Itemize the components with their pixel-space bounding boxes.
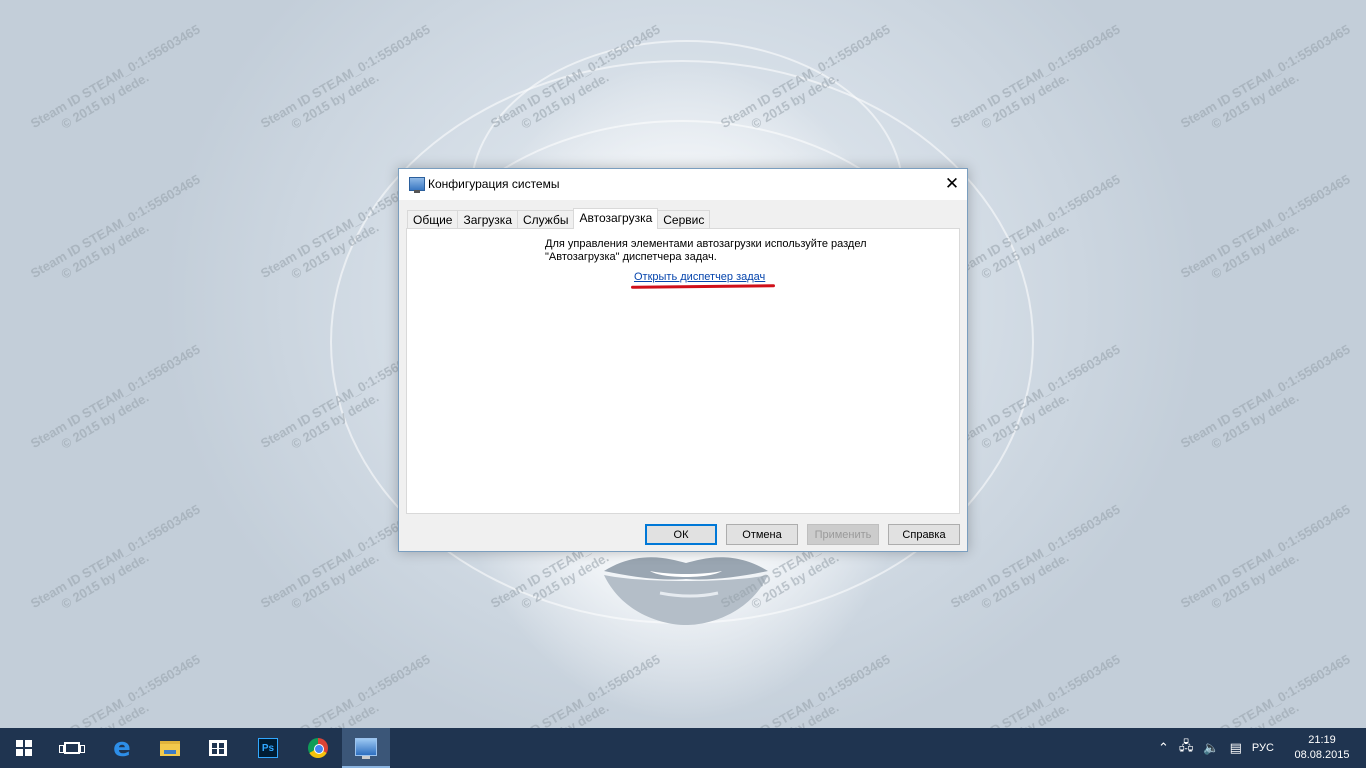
windows-start-icon (16, 740, 32, 756)
volume-icon[interactable]: 🔈 (1203, 741, 1219, 756)
tab-startup[interactable]: Автозагрузка (573, 208, 659, 229)
open-task-manager-link[interactable]: Открыть диспетчер задач (634, 271, 765, 283)
tab-general[interactable]: Общие (407, 210, 459, 229)
apply-button[interactable]: Применить (807, 524, 879, 545)
start-button[interactable] (0, 728, 48, 768)
taskbar-file-explorer[interactable] (146, 728, 194, 768)
language-indicator[interactable]: РУС (1252, 742, 1274, 754)
tab-boot[interactable]: Загрузка (457, 210, 518, 229)
chrome-icon (308, 738, 328, 758)
info-line-1: Для управления элементами автозагрузки и… (545, 238, 867, 250)
tab-strip: Общие Загрузка Службы Автозагрузка Серви… (407, 208, 711, 229)
taskbar-edge[interactable]: e (98, 728, 146, 768)
photoshop-icon: Ps (258, 738, 278, 758)
msconfig-icon (355, 738, 377, 759)
close-button[interactable]: ✕ (937, 169, 967, 199)
taskbar-store[interactable] (194, 728, 242, 768)
wallpaper-lips (604, 557, 768, 625)
info-line-2: "Автозагрузка" диспетчера задач. (545, 251, 717, 263)
startup-tab-panel: Для управления элементами автозагрузки и… (406, 228, 960, 514)
taskbar-msconfig[interactable] (342, 728, 390, 768)
clock[interactable]: 21:19 08.08.2015 (1292, 733, 1352, 763)
tab-tools[interactable]: Сервис (657, 210, 711, 229)
taskbar-photoshop[interactable]: Ps (244, 728, 292, 768)
cancel-button[interactable]: Отмена (726, 524, 798, 545)
ok-button[interactable]: ОК (645, 524, 717, 545)
task-view-icon (59, 742, 85, 754)
system-tray: ⌃ 🖧 🔈 ▤ РУС (1158, 728, 1274, 768)
help-button[interactable]: Справка (888, 524, 960, 545)
action-center-icon[interactable]: ▤ (1230, 741, 1242, 756)
taskbar: e Ps ⌃ 🖧 🔈 ▤ РУС 21:19 08.08.2015 (0, 728, 1366, 768)
edge-icon: e (113, 733, 131, 763)
taskbar-chrome[interactable] (294, 728, 342, 768)
task-view-button[interactable] (48, 728, 96, 768)
chevron-up-icon[interactable]: ⌃ (1158, 741, 1169, 756)
msconfig-app-icon (409, 177, 425, 193)
clock-date: 08.08.2015 (1294, 749, 1350, 761)
store-icon (209, 740, 227, 756)
title-bar[interactable]: Конфигурация системы ✕ (399, 169, 967, 200)
dialog-title: Конфигурация системы (428, 177, 560, 191)
tab-services[interactable]: Службы (517, 210, 575, 229)
clock-time: 21:19 (1308, 734, 1336, 746)
network-icon[interactable]: 🖧 (1179, 737, 1194, 759)
file-explorer-icon (160, 740, 180, 756)
red-underline-annotation (630, 284, 776, 289)
startup-info-text: Для управления элементами автозагрузки и… (545, 238, 905, 264)
system-configuration-dialog: Конфигурация системы ✕ Общие Загрузка Сл… (398, 168, 968, 552)
